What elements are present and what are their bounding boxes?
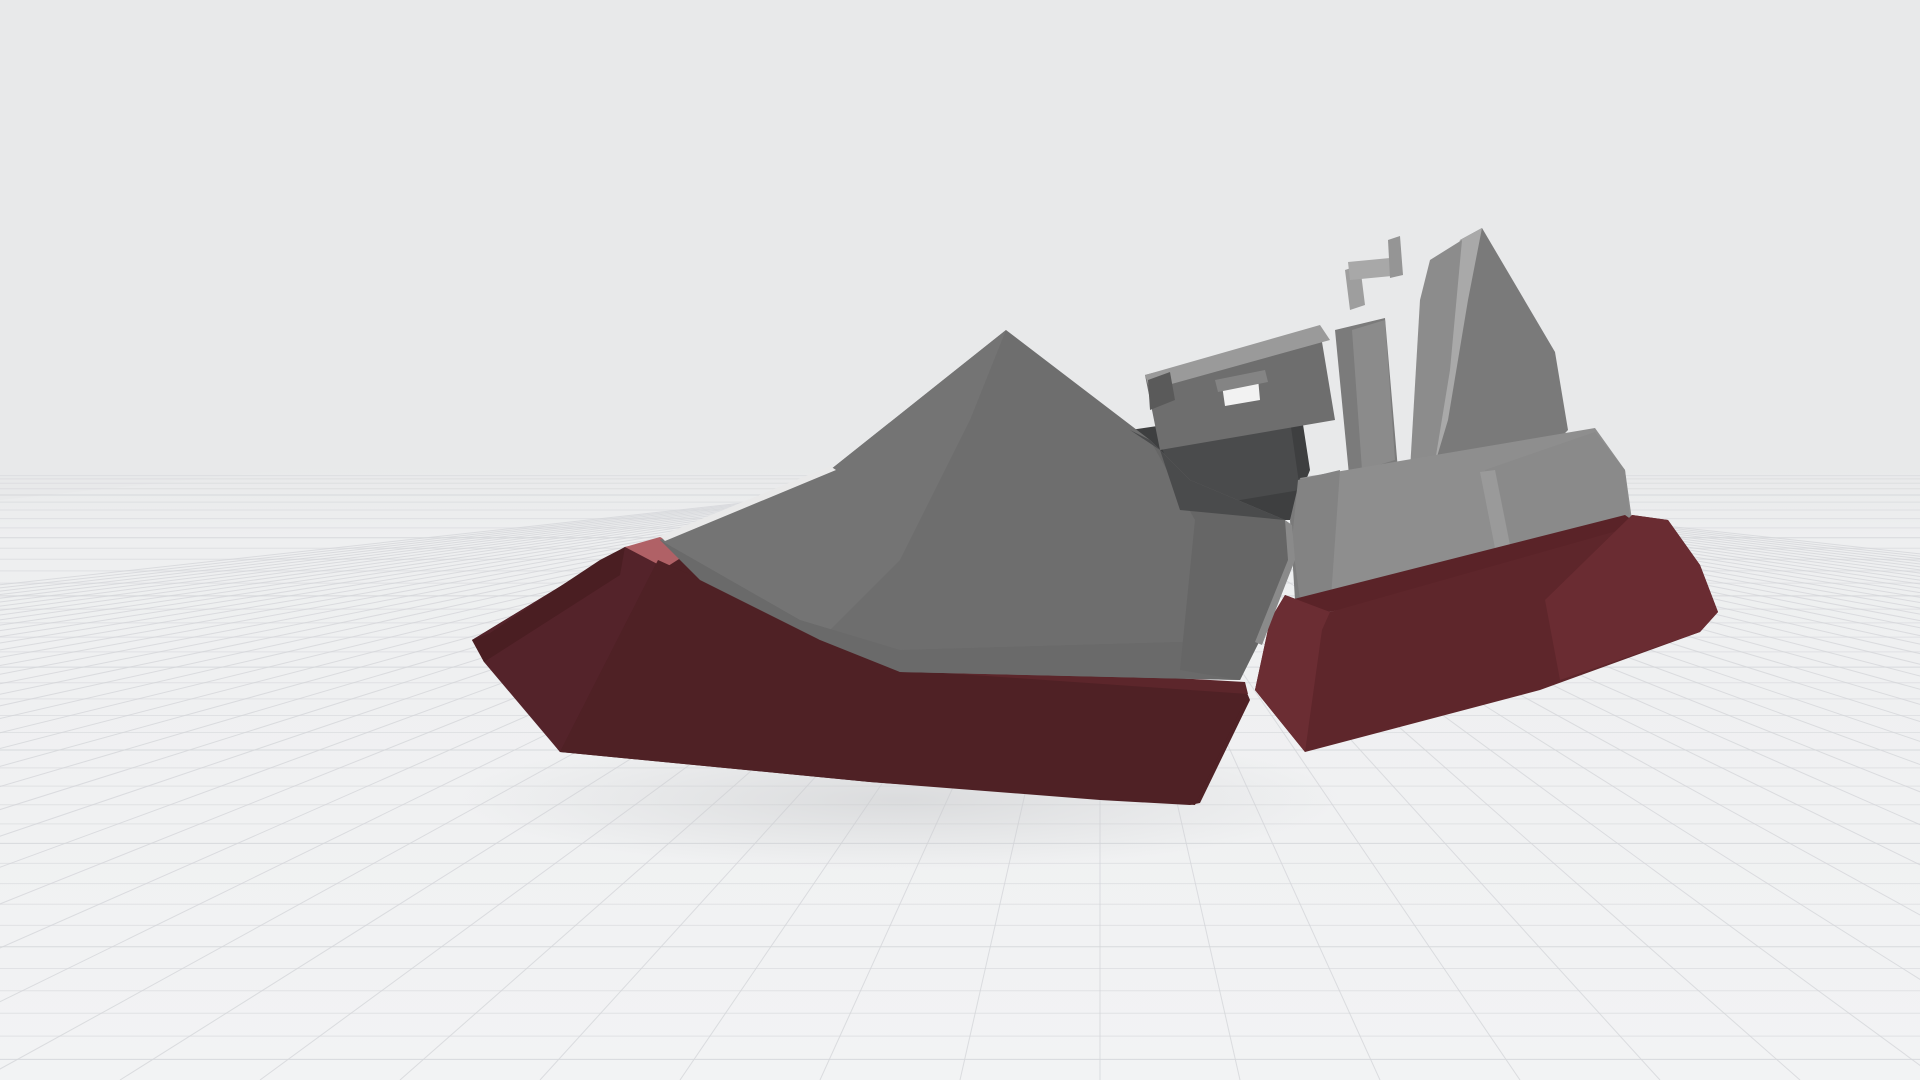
3d-viewport[interactable] xyxy=(0,0,1920,1080)
scene-canvas[interactable] xyxy=(0,0,1920,1080)
